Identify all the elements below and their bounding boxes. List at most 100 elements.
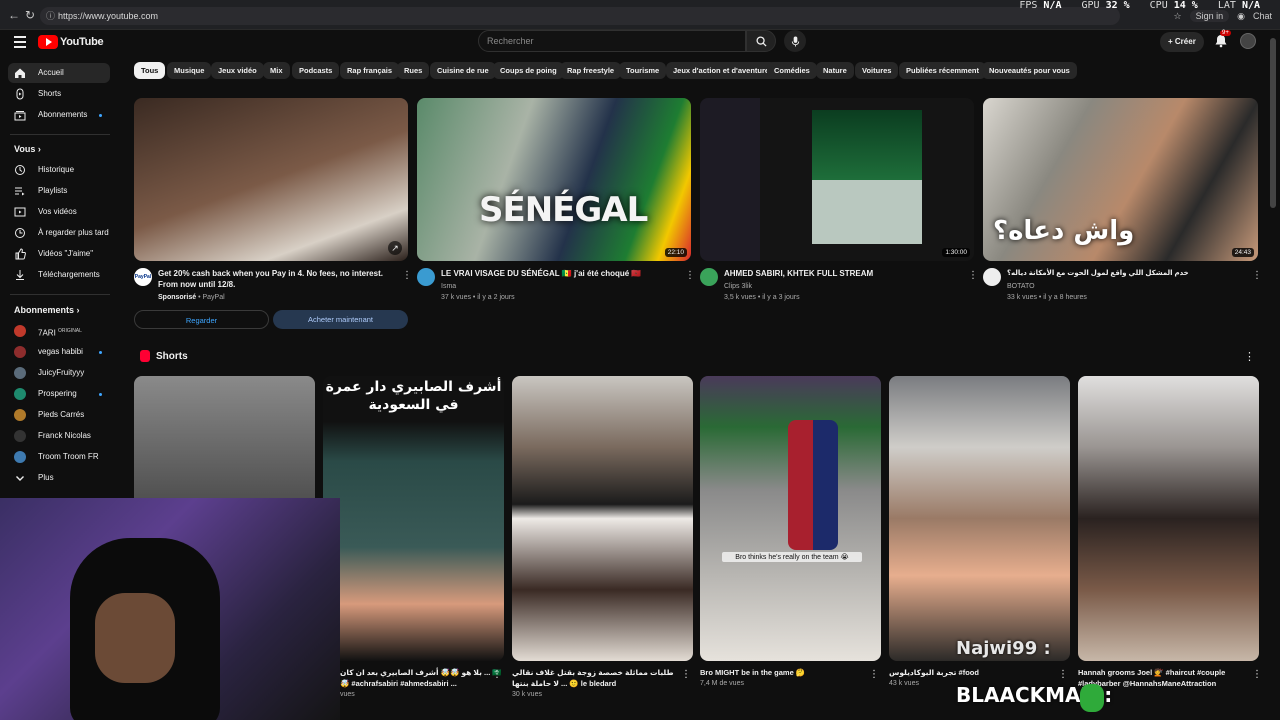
sidebar-item-label: Historique (38, 165, 75, 174)
chip-video-games[interactable]: Jeux vidéo (211, 62, 264, 79)
more-options-icon[interactable]: ⋮ (1252, 270, 1262, 281)
short-thumbnail[interactable] (512, 376, 693, 661)
sidebar-sub-7ari[interactable]: 7ARI ORIGINAL (8, 321, 110, 341)
chip-podcasts[interactable]: Podcasts (292, 62, 340, 79)
you-heading[interactable]: Vous › (14, 144, 41, 154)
notifications-icon[interactable] (1214, 34, 1228, 48)
video-title[interactable]: LE VRAI VISAGE DU SÉNÉGAL 🇸🇳 j'ai été ch… (441, 268, 677, 279)
sidebar-item-history[interactable]: Historique (8, 160, 110, 180)
your-videos-icon (14, 207, 26, 217)
reload-icon[interactable]: ↻ (22, 7, 38, 23)
subscriptions-icon (14, 111, 26, 121)
video-meta: 3,5 k vues • il y a 3 jours (724, 294, 800, 301)
channel-avatar[interactable] (417, 268, 435, 286)
advertiser-name[interactable]: PayPal (202, 294, 224, 301)
chip-rap-freestyle[interactable]: Rap freestyle (560, 62, 622, 79)
home-icon (15, 68, 25, 78)
youtube-logo[interactable]: YouTube (38, 35, 104, 49)
short-thumbnail[interactable] (889, 376, 1070, 661)
profile-icon[interactable]: ◉ (1237, 11, 1245, 22)
more-options-icon[interactable]: ⋮ (968, 270, 978, 281)
search-button[interactable] (746, 30, 776, 52)
chip-nature[interactable]: Nature (816, 62, 854, 79)
video-thumbnail[interactable]: واش دعاه؟ 24:43 (983, 98, 1258, 261)
short-thumbnail[interactable] (1078, 376, 1259, 661)
chip-punches[interactable]: Coups de poing (493, 62, 564, 79)
more-options-icon[interactable]: ⋮ (1058, 669, 1068, 680)
video-title[interactable]: خدم المشكل اللي واقع لمول الحوت مع الأمك… (1007, 268, 1243, 279)
stream-chat-username: Najwi99 : (956, 638, 1051, 659)
signin-button[interactable]: Sign in (1189, 10, 1230, 22)
sidebar-item-your-videos[interactable]: Vos vidéos (8, 202, 110, 222)
subscriptions-heading[interactable]: Abonnements › (14, 305, 80, 315)
sidebar-item-watch-later[interactable]: À regarder plus tard (8, 223, 110, 243)
sidebar-item-shorts[interactable]: Shorts (8, 84, 110, 104)
site-info-icon[interactable]: ⓘ (46, 7, 55, 25)
chip-cars[interactable]: Voitures (855, 62, 899, 79)
short-title[interactable]: بلا هو 🤯🤯 أشرف الصابيري بعد ان كان ... 🇸… (340, 667, 505, 689)
chip-tourism[interactable]: Tourisme (619, 62, 667, 79)
more-options-icon[interactable]: ⋮ (681, 669, 691, 680)
sidebar-item-playlists[interactable]: Playlists (8, 181, 110, 201)
sidebar-more[interactable]: Plus (8, 468, 110, 488)
sidebar-sub-troom-troom[interactable]: Troom Troom FR (8, 447, 110, 467)
chip-rap-francais[interactable]: Rap français (340, 62, 400, 79)
sidebar-item-subscriptions[interactable]: Abonnements (8, 105, 110, 125)
short-thumbnail[interactable]: أشرف الصابيري دار عمرة في السعودية (323, 376, 504, 661)
channel-avatar (14, 430, 26, 442)
chat-button[interactable]: Chat (1253, 11, 1272, 21)
sidebar-item-liked[interactable]: Vidéos "J'aime" (8, 244, 110, 264)
more-options-icon[interactable]: ⋮ (402, 270, 412, 281)
voice-search-button[interactable] (784, 30, 806, 52)
page-scrollbar[interactable] (1270, 38, 1276, 208)
ad-watch-button[interactable]: Regarder (134, 310, 269, 329)
video-title[interactable]: Get 20% cash back when you Pay in 4. No … (158, 268, 394, 290)
create-button[interactable]: + Créer (1160, 32, 1204, 52)
channel-name[interactable]: Isma (441, 281, 456, 292)
browser-toolbar: ← ↻ ⓘ https://www.youtube.com FPS N/A GP… (0, 0, 1280, 30)
chip-recently-uploaded[interactable]: Publiées récemment (899, 62, 986, 79)
channel-avatar[interactable] (700, 268, 718, 286)
more-options-icon[interactable]: ⋮ (869, 669, 879, 680)
video-thumbnail-ad[interactable]: ↗ (134, 98, 408, 261)
short-meta: vues (340, 691, 355, 698)
sidebar-sub-juicyfruityyy[interactable]: JuicyFruityyy (8, 363, 110, 383)
video-title[interactable]: AHMED SABIRI, KHTEK FULL STREAM (724, 268, 960, 279)
sidebar-sub-pieds-carres[interactable]: Pieds Carrés (8, 405, 110, 425)
more-options-icon[interactable]: ⋮ (492, 669, 502, 680)
channel-name[interactable]: Clips 3lik (724, 281, 752, 292)
channel-name[interactable]: BOTATO (1007, 281, 1035, 292)
short-thumbnail[interactable]: Bro thinks he's really on the team 😭 (700, 376, 881, 661)
short-title[interactable]: طلبات مماثلة خصصة زوجة بقتل غلاف نقالي ل… (512, 667, 677, 689)
address-bar[interactable]: ⓘ https://www.youtube.com (40, 7, 1120, 25)
sidebar-sub-vegas-habibi[interactable]: vegas habibi (8, 342, 110, 362)
chip-new-to-you[interactable]: Nouveautés pour vous (982, 62, 1077, 79)
short-title[interactable]: Bro MIGHT be in the game 🤔 (700, 667, 865, 678)
external-link-icon[interactable]: ↗ (388, 241, 402, 255)
sidebar-sub-franck-nicolas[interactable]: Franck Nicolas (8, 426, 110, 446)
chip-all[interactable]: Tous (134, 62, 166, 79)
more-options-icon[interactable]: ⋮ (685, 270, 695, 281)
sidebar-item-home[interactable]: Accueil (8, 63, 110, 83)
account-avatar[interactable] (1240, 33, 1256, 49)
sidebar-item-downloads[interactable]: Téléchargements (8, 265, 110, 285)
chip-street-food[interactable]: Cuisine de rue (430, 62, 496, 79)
chip-music[interactable]: Musique (167, 62, 212, 79)
sidebar-sub-prospering[interactable]: Prospering (8, 384, 110, 404)
back-icon[interactable]: ← (6, 7, 22, 23)
chip-action-adventure[interactable]: Jeux d'action et d'aventure (666, 62, 777, 79)
star-icon[interactable]: ☆ (1174, 11, 1182, 22)
chip-mix[interactable]: Mix (263, 62, 290, 79)
more-options-icon[interactable]: ⋮ (1252, 669, 1262, 680)
video-thumbnail[interactable]: 1:30:00 (700, 98, 974, 261)
menu-icon[interactable] (14, 36, 26, 48)
ad-buy-button[interactable]: Acheter maintenant (273, 310, 408, 329)
video-thumbnail[interactable]: SÉNÉGAL 22:10 (417, 98, 691, 261)
chip-comedies[interactable]: Comédies (767, 62, 817, 79)
channel-avatar[interactable] (983, 268, 1001, 286)
short-title[interactable]: تجربة البوكاديلوس #food (889, 667, 1054, 678)
chip-streets[interactable]: Rues (397, 62, 430, 79)
search-input[interactable]: Rechercher (478, 30, 746, 52)
shelf-options-icon[interactable]: ⋮ (1244, 350, 1255, 363)
paypal-logo[interactable]: PayPal (134, 268, 152, 286)
